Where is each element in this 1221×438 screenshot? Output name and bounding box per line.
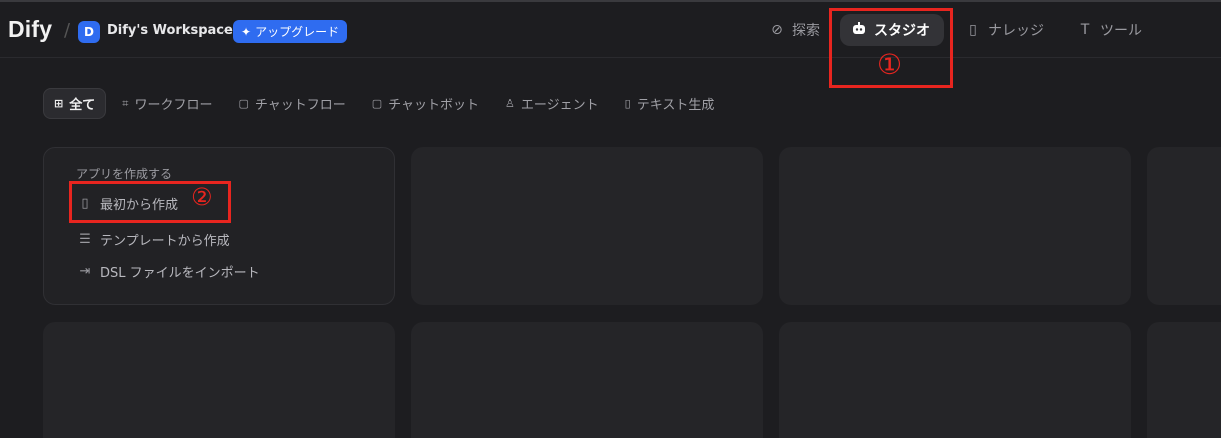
create-from-template-label: テンプレートから作成 <box>100 233 230 249</box>
filter-all[interactable]: ⊞ 全て <box>43 88 107 119</box>
nav-knowledge-label: ナレッジ <box>988 23 1044 39</box>
template-icon: ☰ <box>79 231 91 247</box>
import-icon: ⇥ <box>79 263 91 279</box>
app-card-placeholder[interactable] <box>779 147 1131 305</box>
grid-icon: ⊞ <box>54 97 64 110</box>
filter-chatbot-label: チャットボット <box>388 98 480 113</box>
filter-chatflow[interactable]: ▢ チャットフロー <box>228 88 355 119</box>
filter-all-label: 全て <box>69 98 96 113</box>
nav-explore-label: 探索 <box>792 23 820 39</box>
import-dsl-label: DSL ファイルをインポート <box>100 265 260 281</box>
app-card-placeholder[interactable] <box>1147 147 1221 305</box>
sparkle-icon: ✦ <box>241 24 252 39</box>
nav-knowledge[interactable]: ▯ ナレッジ <box>954 14 1056 46</box>
filter-workflow[interactable]: ⌗ ワークフロー <box>112 88 222 119</box>
book-icon: ▯ <box>969 22 977 38</box>
workspace-name[interactable]: Dify's Workspace <box>107 23 233 38</box>
agent-icon: ♙ <box>505 97 515 110</box>
workspace-avatar[interactable]: D <box>78 21 100 43</box>
filter-text-generation[interactable]: ▯ テキスト生成 <box>615 88 725 119</box>
nav-explore[interactable]: ⊘ 探索 <box>758 14 832 46</box>
filter-chatbot[interactable]: ▢ チャットボット <box>362 88 489 119</box>
top-header: Dify / D Dify's Workspace ⌵ ✦ アップグレード ⊘ … <box>0 2 1221 58</box>
breadcrumb-separator: / <box>64 20 71 41</box>
annotation-number-2: ② <box>191 183 213 211</box>
filter-chatflow-label: チャットフロー <box>254 98 346 113</box>
filter-agent-label: エージェント <box>520 98 599 113</box>
app-card-placeholder[interactable] <box>411 322 763 438</box>
workflow-icon: ⌗ <box>122 96 129 110</box>
app-type-filter-bar: ⊞ 全て ⌗ ワークフロー ▢ チャットフロー ▢ チャットボット ♙ エージェ… <box>43 88 724 119</box>
filter-text-generation-label: テキスト生成 <box>636 98 715 113</box>
create-app-title: アプリを作成する <box>76 167 173 181</box>
nav-tools[interactable]: T ツール <box>1066 14 1154 46</box>
create-from-template[interactable]: ☰ テンプレートから作成 <box>78 229 230 249</box>
create-app-card: アプリを作成する ▯ 最初から作成 ☰ テンプレートから作成 ⇥ DSL ファイ… <box>43 147 395 305</box>
filter-workflow-label: ワークフロー <box>134 98 213 113</box>
app-card-placeholder[interactable] <box>411 147 763 305</box>
chevron-down-icon[interactable]: ⌵ <box>217 24 225 38</box>
app-card-placeholder[interactable] <box>43 322 395 438</box>
annotation-number-1: ① <box>877 48 903 81</box>
app-card-placeholder[interactable] <box>779 322 1131 438</box>
upgrade-button[interactable]: ✦ アップグレード <box>233 20 348 43</box>
app-card-placeholder[interactable] <box>1147 322 1221 438</box>
import-dsl[interactable]: ⇥ DSL ファイルをインポート <box>78 261 260 281</box>
text-gen-icon: ▯ <box>624 97 631 110</box>
chatflow-icon: ▢ <box>238 97 249 110</box>
upgrade-label: アップグレード <box>255 25 340 39</box>
nav-tools-label: ツール <box>1100 23 1142 39</box>
dify-logo[interactable]: Dify <box>8 16 52 43</box>
filter-agent[interactable]: ♙ エージェント <box>495 88 609 119</box>
hammer-icon: T <box>1080 22 1090 38</box>
chatbot-icon: ▢ <box>371 97 383 110</box>
compass-icon: ⊘ <box>771 22 783 38</box>
